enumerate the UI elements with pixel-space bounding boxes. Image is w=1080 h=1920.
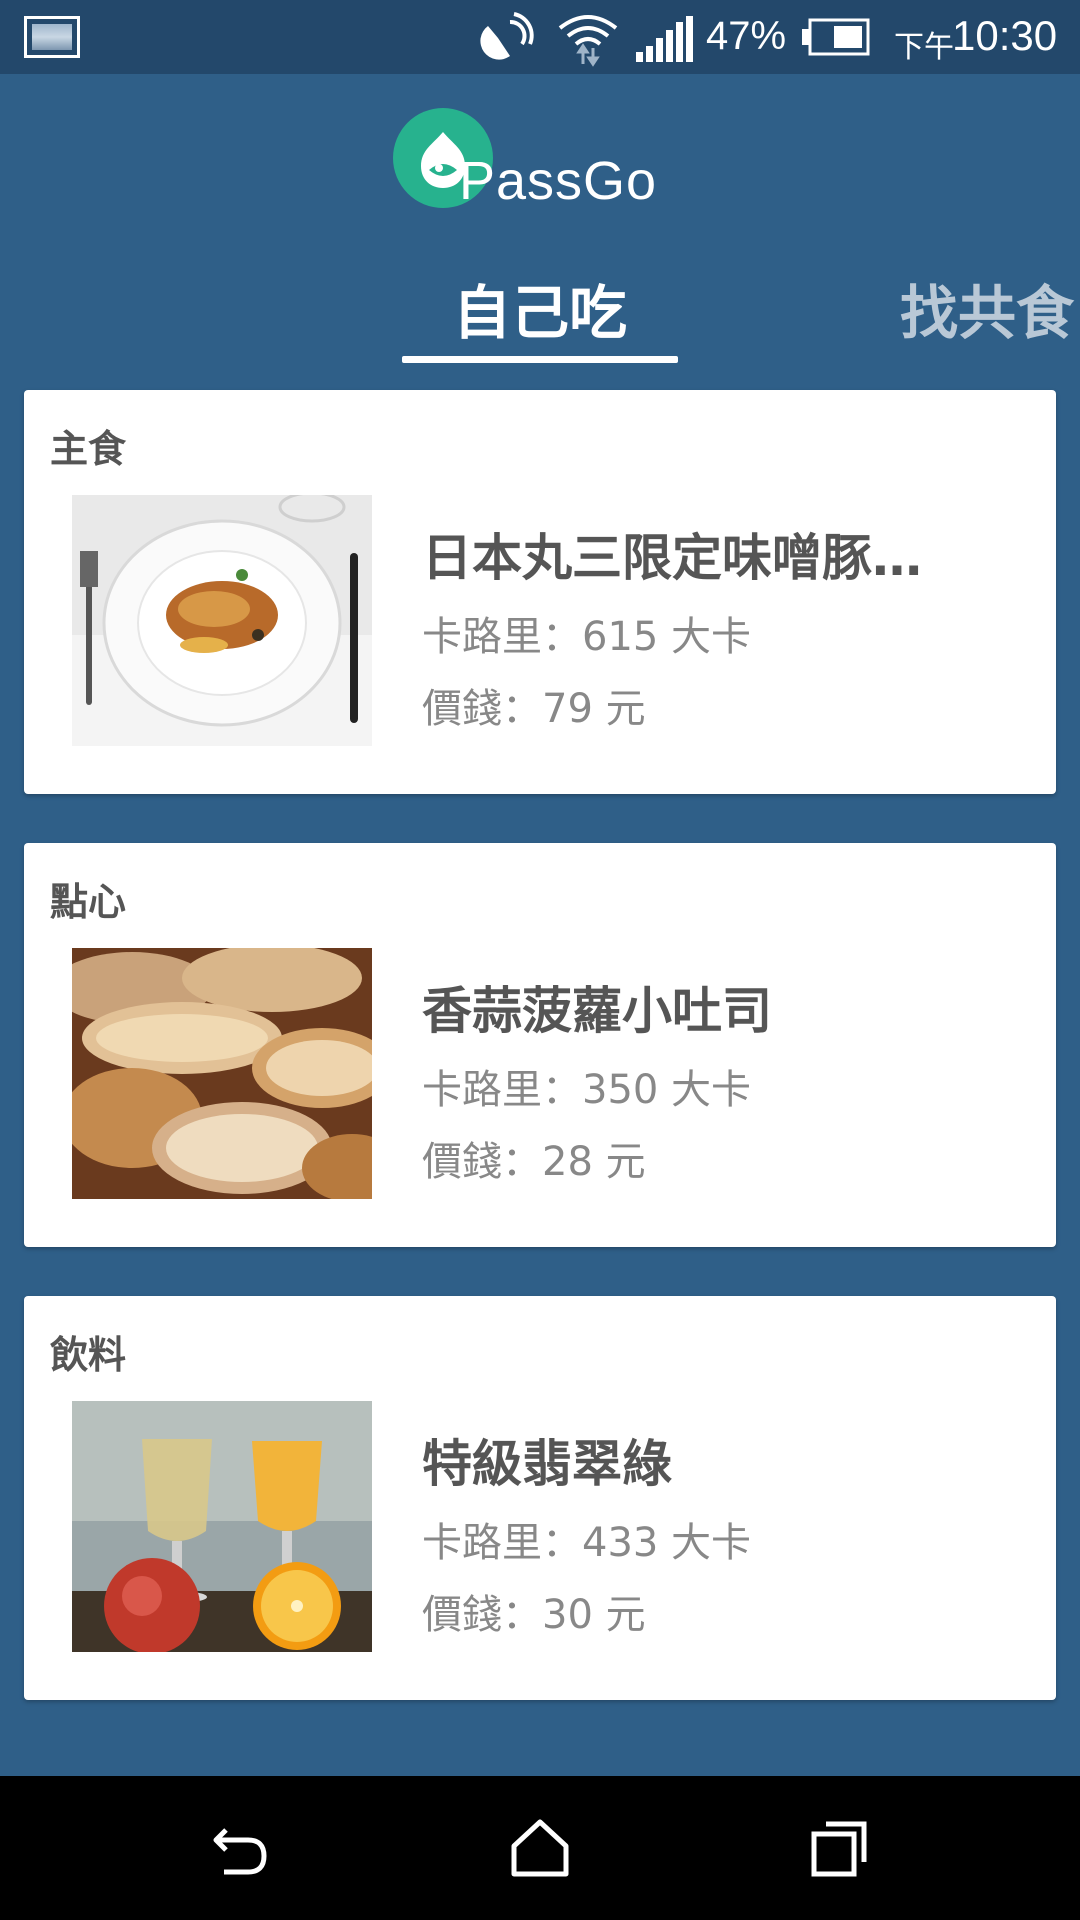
food-photo-plated-dish	[72, 495, 372, 746]
tab-eat-alone[interactable]: 自己吃	[402, 266, 678, 350]
price-text: 價錢：79 元	[422, 686, 646, 732]
screenshot-thumbnail-icon	[24, 16, 80, 58]
calories-text: 卡路里：433 大卡	[422, 1520, 752, 1566]
category-label: 點心	[50, 880, 127, 924]
status-bar: 47% 下午 10:30	[0, 0, 1080, 74]
signal-icon	[636, 16, 693, 62]
battery-percent: 47%	[706, 14, 787, 58]
food-photo-juice	[72, 1401, 372, 1652]
food-name: 日本丸三限定味噌豚…	[422, 529, 922, 587]
food-card-main-course[interactable]: 主食 日本丸三限定味噌豚… 卡路里：615 大卡 價錢：79 元	[24, 390, 1056, 794]
system-navigation-bar	[0, 1776, 1080, 1920]
calories-text: 卡路里：615 大卡	[422, 614, 752, 660]
food-name: 香蒜菠蘿小吐司	[422, 982, 772, 1040]
wifi-icon	[558, 15, 618, 67]
battery-icon	[802, 18, 870, 56]
category-label: 飲料	[50, 1333, 127, 1377]
tab-find-group-meal[interactable]: 找共食	[900, 266, 1074, 350]
nfc-icon	[480, 12, 534, 60]
food-card-drink[interactable]: 飲料 特級翡翠綠 卡路里：433 大卡 價錢：30 元	[24, 1296, 1056, 1700]
category-label: 主食	[50, 427, 127, 471]
calories-text: 卡路里：350 大卡	[422, 1067, 752, 1113]
food-photo-bread	[72, 948, 372, 1199]
home-icon[interactable]	[508, 1816, 572, 1880]
clock: 10:30	[952, 12, 1058, 59]
price-text: 價錢：28 元	[422, 1139, 646, 1185]
food-card-snack[interactable]: 點心 香蒜菠蘿小吐司 卡路里：350 大卡 價錢：28 元	[24, 843, 1056, 1247]
back-icon[interactable]	[208, 1816, 272, 1880]
active-tab-indicator	[402, 356, 678, 363]
logo-text: PassGo	[459, 151, 658, 211]
clock-period: 下午	[894, 30, 954, 65]
price-text: 價錢：30 元	[422, 1592, 646, 1638]
recents-icon[interactable]	[808, 1816, 872, 1880]
food-name: 特級翡翠綠	[422, 1435, 672, 1493]
app-logo: PassGo	[393, 108, 693, 212]
